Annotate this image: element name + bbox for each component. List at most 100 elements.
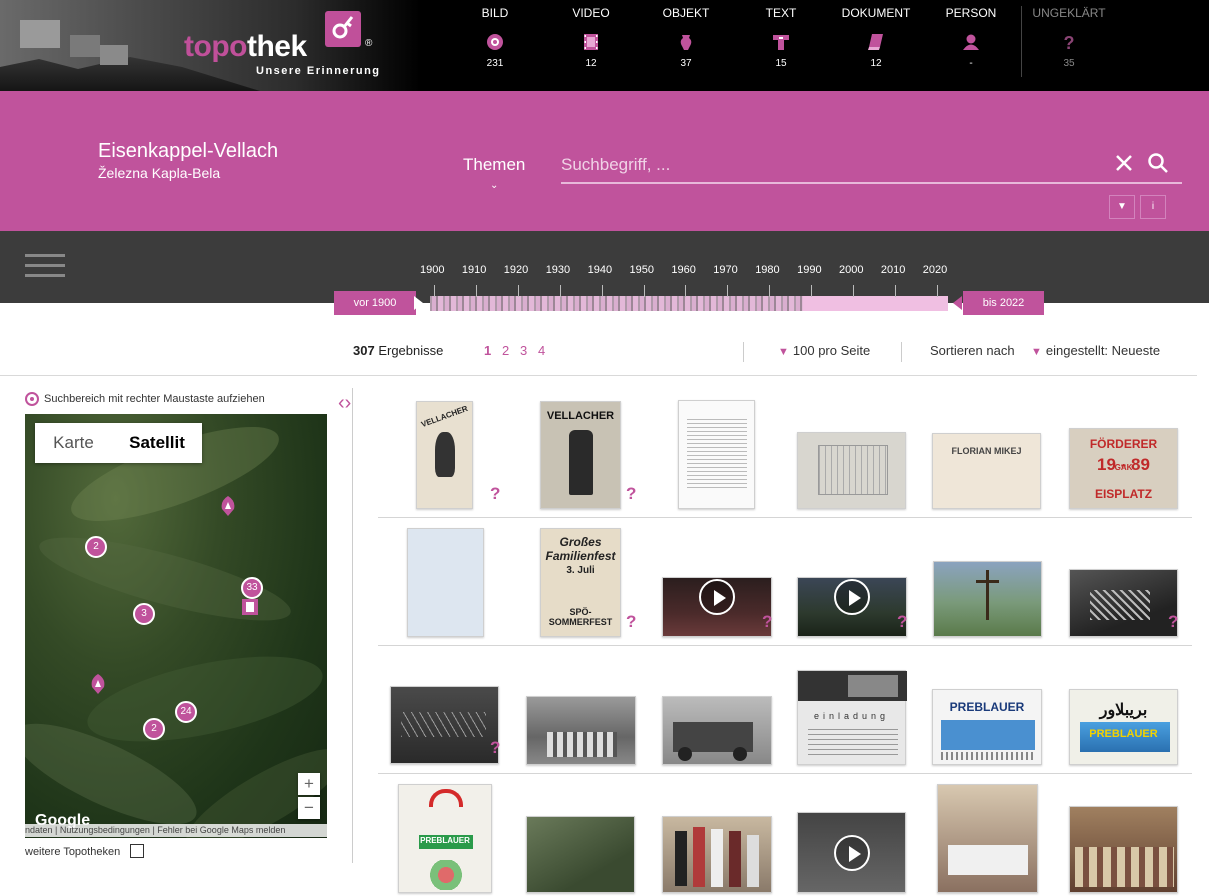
result-thumbnail[interactable] — [662, 816, 772, 893]
result-thumbnail[interactable] — [526, 696, 636, 765]
category-person[interactable]: PERSON - — [926, 6, 1016, 69]
timeline-year: 1910 — [461, 264, 487, 276]
map-cluster[interactable]: 2 — [85, 536, 107, 558]
sort-label: Sortieren nach — [930, 343, 1015, 358]
result-thumbnail[interactable]: PREBLAUER — [932, 689, 1042, 765]
triangle-right-icon — [414, 296, 423, 310]
result-thumbnail[interactable]: VELLACHER — [416, 401, 473, 509]
result-thumbnail[interactable]: Großes Familienfest 3. Juli SPÖ-SOMMERFE… — [540, 528, 621, 637]
play-icon[interactable] — [699, 579, 735, 615]
play-icon[interactable] — [834, 579, 870, 615]
target-icon — [25, 392, 39, 406]
map-cluster[interactable]: 3 — [133, 603, 155, 625]
result-thumbnail[interactable] — [662, 577, 772, 637]
play-icon[interactable] — [834, 835, 870, 871]
category-ungeklaert[interactable]: UNGEKLÄRT ? 35 — [1024, 6, 1114, 69]
panel-resize-icon[interactable]: ‹› — [338, 392, 351, 415]
category-separator — [1021, 6, 1022, 77]
category-bild[interactable]: BILD 231 — [450, 6, 540, 69]
timeline-end-handle[interactable]: bis 2022 — [963, 291, 1044, 315]
result-thumbnail[interactable] — [1069, 569, 1178, 637]
result-thumbnail[interactable]: FLORIAN MIKEJ — [932, 433, 1041, 509]
timeline-year: 1900 — [420, 264, 445, 276]
topothek-logo[interactable]: topothek — [184, 30, 307, 64]
result-thumbnail[interactable] — [390, 686, 499, 764]
search-icon[interactable] — [1147, 152, 1169, 174]
person-icon — [963, 34, 979, 50]
page-link-4[interactable]: 4 — [538, 343, 545, 358]
result-thumbnail[interactable] — [1069, 806, 1178, 893]
search-input[interactable] — [561, 150, 1101, 180]
timeline-year: 1930 — [545, 264, 571, 276]
menu-icon[interactable] — [25, 254, 65, 280]
zoom-in-button[interactable]: + — [298, 773, 320, 795]
result-thumbnail[interactable]: einladung — [797, 670, 907, 765]
timeline-tick — [727, 285, 729, 297]
result-thumbnail[interactable] — [933, 561, 1042, 637]
result-thumbnail[interactable] — [937, 784, 1038, 893]
page-link-1[interactable]: 1 — [484, 343, 491, 358]
close-icon[interactable] — [1113, 152, 1135, 174]
map-type-control: Karte Satellit — [35, 423, 202, 463]
category-text[interactable]: TEXT 15 — [736, 6, 826, 69]
question-icon[interactable]: ? — [490, 484, 500, 504]
themen-dropdown[interactable]: Themen — [463, 155, 525, 175]
map-cluster[interactable]: 33 — [241, 577, 263, 599]
row-divider — [378, 517, 1192, 518]
film-icon[interactable] — [242, 597, 258, 617]
result-thumbnail[interactable]: VELLACHER — [540, 401, 621, 509]
filter-toggle-button[interactable]: ▼ — [1109, 195, 1135, 219]
timeline-tick — [894, 285, 896, 297]
category-objekt[interactable]: OBJEKT 37 — [641, 6, 731, 69]
results-count: 307 Ergebnisse — [353, 343, 444, 358]
logo-key-icon — [325, 11, 361, 47]
timeline-year: 2010 — [880, 264, 906, 276]
result-thumbnail[interactable]: بريبلاور PREBLAUER — [1069, 689, 1178, 765]
place-subtitle: Železna Kapla-Bela — [98, 165, 221, 181]
result-thumbnail[interactable] — [678, 400, 755, 509]
map-cluster[interactable]: 2 — [143, 718, 165, 740]
info-button[interactable]: i — [1140, 195, 1166, 219]
result-thumbnail[interactable]: FÖRDERER 19 - 89 GAK EISPLATZ — [1069, 428, 1178, 509]
map-view[interactable] — [25, 414, 327, 838]
timeline-year: 2020 — [922, 264, 948, 276]
map-pin-icon[interactable] — [90, 674, 106, 694]
result-thumbnail[interactable] — [797, 577, 907, 637]
category-dokument[interactable]: DOKUMENT 12 — [831, 6, 921, 69]
timeline-year: 1960 — [671, 264, 696, 276]
map-cluster[interactable]: 24 — [175, 701, 197, 723]
page-link-2[interactable]: 2 — [502, 343, 509, 358]
timeline-year: 1990 — [797, 264, 822, 276]
question-icon[interactable]: ? — [626, 612, 636, 632]
question-icon[interactable]: ? — [1168, 612, 1178, 632]
page-link-3[interactable]: 3 — [520, 343, 527, 358]
result-thumbnail[interactable] — [407, 528, 484, 637]
question-icon[interactable]: ? — [490, 738, 500, 758]
map-type-satellit[interactable]: Satellit — [112, 423, 202, 463]
per-page-select[interactable]: ▼ 100 pro Seite — [778, 343, 870, 358]
result-thumbnail[interactable] — [797, 812, 906, 893]
sort-select[interactable]: ▼ eingestellt: Neueste — [1031, 343, 1160, 358]
timeline-tick — [853, 285, 854, 297]
timeline-year: 1920 — [503, 264, 529, 276]
weitere-topotheken-checkbox[interactable] — [130, 844, 144, 858]
timeline-start-handle[interactable]: vor 1900 — [334, 291, 416, 315]
result-thumbnail[interactable] — [797, 432, 906, 509]
chevron-down-icon[interactable]: ⌄ — [490, 180, 498, 191]
map-pin-icon[interactable] — [220, 496, 236, 516]
result-thumbnail[interactable] — [526, 816, 635, 893]
result-thumbnail[interactable]: PREBLAUER — [398, 784, 492, 893]
place-title[interactable]: Eisenkappel-Vellach — [98, 140, 278, 163]
question-icon[interactable]: ? — [897, 612, 907, 632]
triangle-left-icon — [953, 296, 962, 310]
category-video[interactable]: VIDEO 12 — [546, 6, 636, 69]
timeline-year: 1970 — [713, 264, 738, 276]
zoom-out-button[interactable]: − — [298, 797, 320, 819]
question-icon[interactable]: ? — [626, 484, 636, 504]
map-footer[interactable]: ndaten | Nutzungsbedingungen | Fehler be… — [25, 824, 327, 837]
question-icon[interactable]: ? — [762, 612, 772, 632]
result-thumbnail[interactable] — [662, 696, 772, 765]
map-type-karte[interactable]: Karte — [35, 423, 112, 463]
timeline-tick — [769, 285, 771, 297]
timeline-tick — [559, 285, 561, 297]
